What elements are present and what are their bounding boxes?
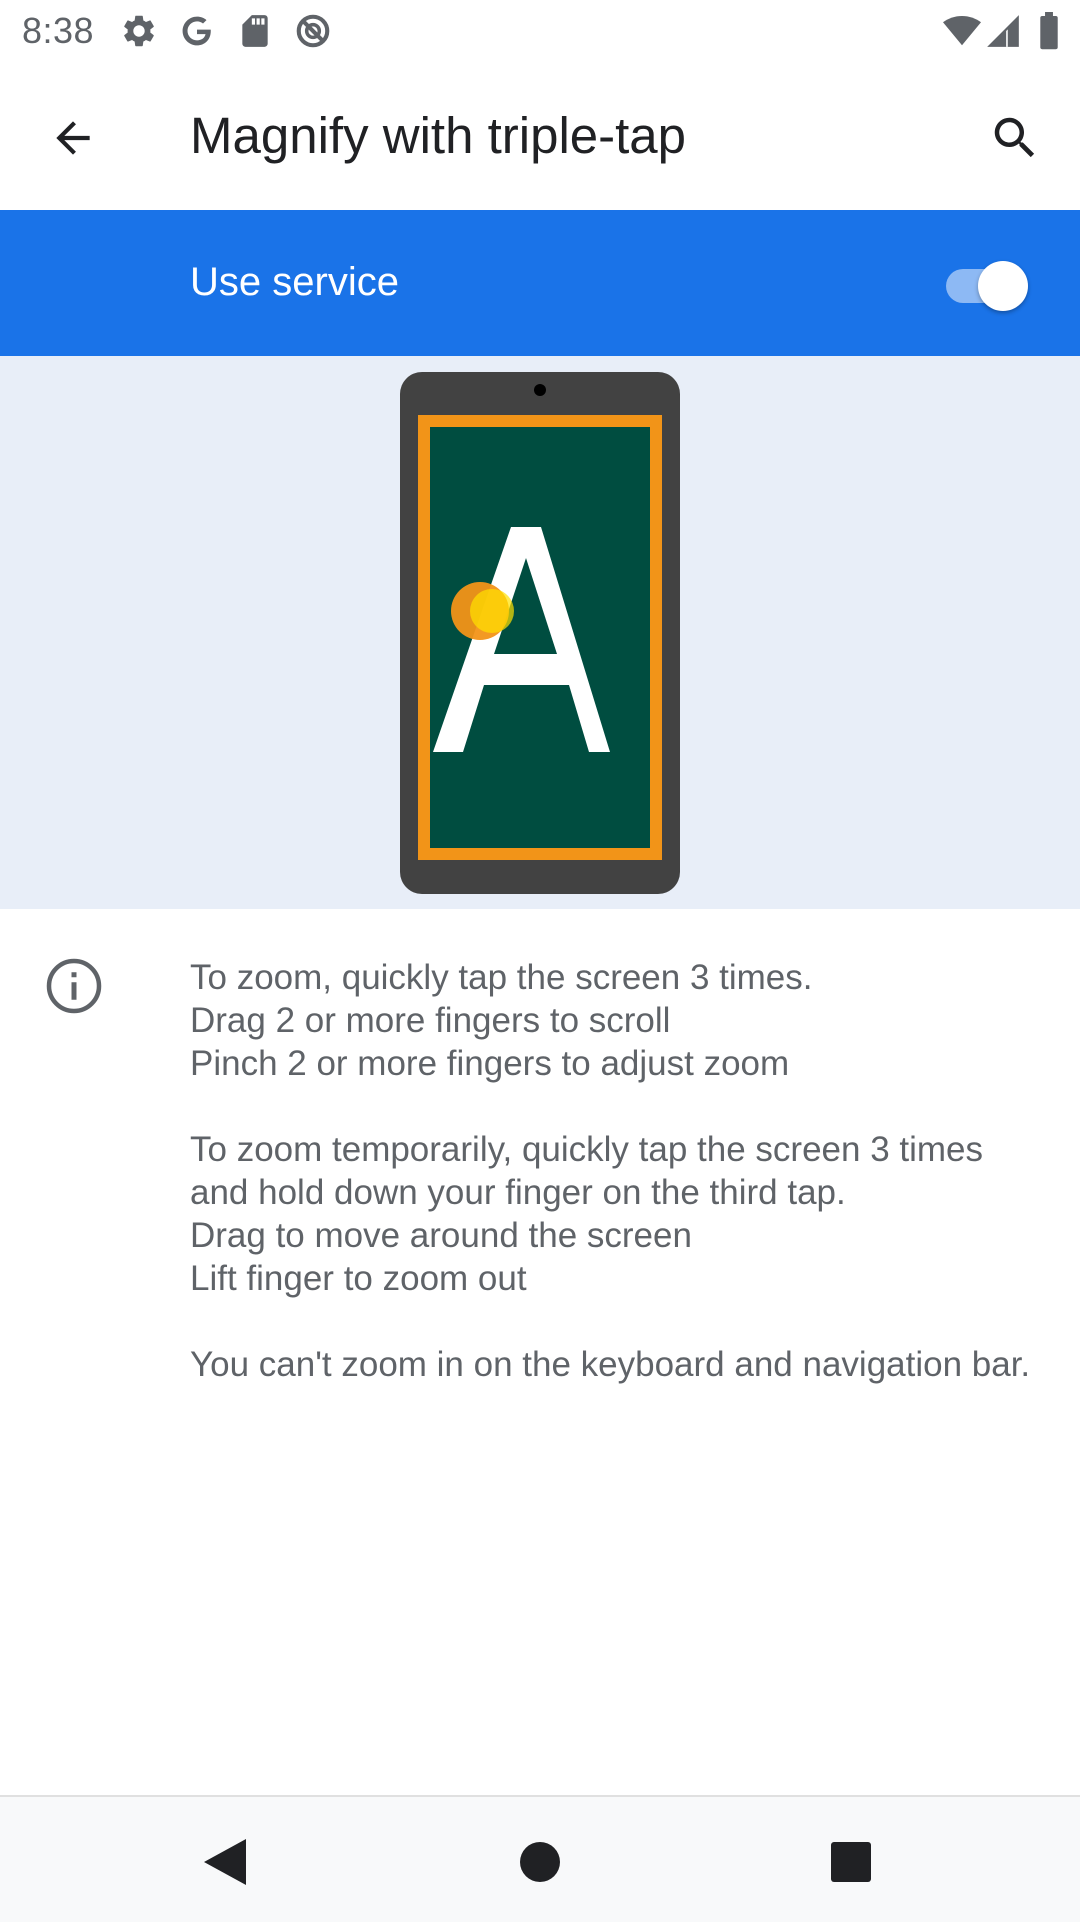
- phone-camera: [534, 384, 546, 396]
- do-not-disturb-icon: [294, 12, 332, 50]
- instructions-text: To zoom, quickly tap the screen 3 times.…: [190, 956, 1040, 1429]
- status-time: 8:38: [22, 10, 95, 51]
- nav-recents-button[interactable]: [816, 1827, 886, 1897]
- toggle-thumb: [978, 261, 1028, 311]
- info-icon: [46, 958, 102, 1014]
- arrow-back-icon: [56, 121, 90, 155]
- use-service-label: Use service: [190, 260, 399, 304]
- nav-back-icon: [204, 1839, 246, 1885]
- use-service-switch-bar[interactable]: Use service: [0, 210, 1080, 356]
- magnification-illustration: A: [0, 356, 1080, 909]
- app-bar: Magnify with triple-tap: [0, 62, 1080, 210]
- status-bar: 8:38: [0, 0, 1080, 62]
- use-service-toggle[interactable]: [942, 258, 1032, 311]
- search-icon: [994, 117, 1035, 158]
- nav-home-icon: [520, 1842, 560, 1882]
- search-button[interactable]: [982, 105, 1048, 171]
- battery-icon: [1036, 12, 1062, 50]
- instructions-paragraph-1: To zoom, quickly tap the screen 3 times.…: [190, 958, 813, 1083]
- sd-card-icon: [236, 12, 274, 50]
- instructions-paragraph-3: You can't zoom in on the keyboard and na…: [190, 1345, 1031, 1384]
- instructions-paragraph-2: To zoom temporarily, quickly tap the scr…: [190, 1130, 984, 1298]
- page-title: Magnify with triple-tap: [190, 107, 687, 164]
- back-button[interactable]: [40, 105, 106, 171]
- nav-home-button[interactable]: [505, 1827, 575, 1897]
- google-icon: [178, 12, 216, 50]
- cellular-signal-icon: [984, 12, 1022, 50]
- touch-indicator-inner: [470, 589, 514, 633]
- phone-illustration: A: [400, 372, 680, 894]
- settings-icon: [120, 12, 158, 50]
- wifi-icon: [942, 12, 981, 50]
- nav-recents-icon: [831, 1842, 871, 1882]
- nav-back-button[interactable]: [190, 1827, 260, 1897]
- navigation-bar: [0, 1795, 1080, 1922]
